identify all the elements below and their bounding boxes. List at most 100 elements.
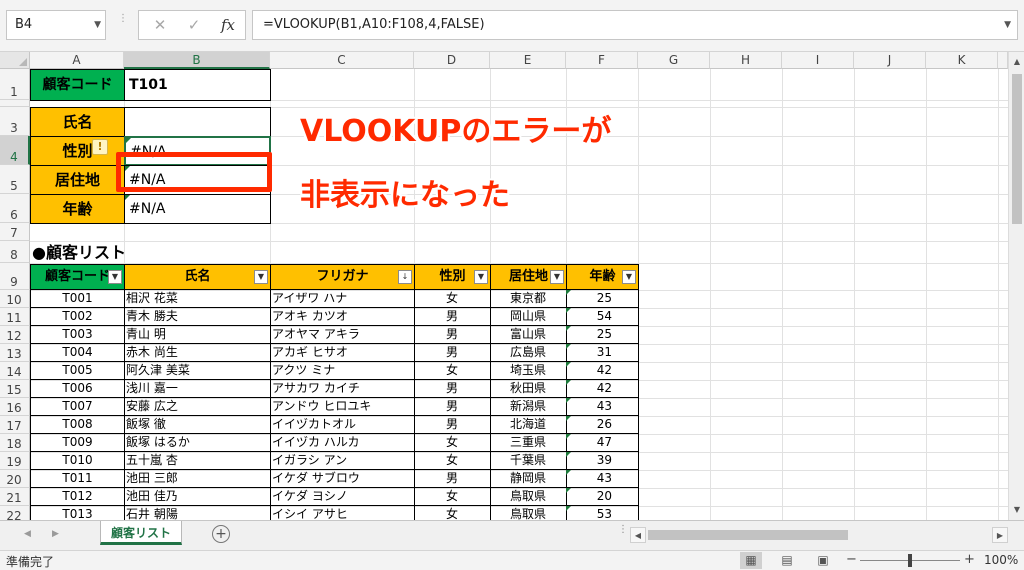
customer-name-cell[interactable]: 飯塚 徹 bbox=[124, 416, 271, 434]
row-header-4[interactable]: 4 bbox=[0, 136, 30, 165]
customer-furigana-cell[interactable]: イケダ サブロウ bbox=[270, 470, 415, 488]
customer-code-cell[interactable]: T004 bbox=[30, 344, 125, 362]
table-header-age[interactable]: 年齢 ▼ bbox=[566, 264, 639, 290]
page-layout-view-icon[interactable]: ▤ bbox=[776, 552, 798, 569]
customer-code-cell[interactable]: T003 bbox=[30, 326, 125, 344]
vertical-scrollbar[interactable]: ▲ ▼ bbox=[1008, 52, 1024, 520]
row-header-12[interactable]: 12 bbox=[0, 326, 30, 344]
customer-code-cell[interactable]: T007 bbox=[30, 398, 125, 416]
customer-address-cell[interactable]: 北海道 bbox=[490, 416, 567, 434]
age-value[interactable]: #N/A bbox=[124, 194, 271, 224]
customer-code-cell[interactable]: T008 bbox=[30, 416, 125, 434]
scroll-left-icon[interactable]: ◀ bbox=[630, 527, 646, 543]
customer-age-cell[interactable]: 43 bbox=[566, 398, 639, 416]
zoom-in-icon[interactable]: + bbox=[964, 552, 975, 567]
row-header-9[interactable]: 9 bbox=[0, 263, 30, 290]
row-header-2[interactable] bbox=[0, 100, 30, 107]
customer-gender-cell[interactable]: 男 bbox=[414, 344, 491, 362]
customer-code-cell[interactable]: T011 bbox=[30, 470, 125, 488]
table-header-gender[interactable]: 性別 ▼ bbox=[414, 264, 491, 290]
customer-age-cell[interactable]: 53 bbox=[566, 506, 639, 520]
row-header-6[interactable]: 6 bbox=[0, 194, 30, 223]
row-header-3[interactable]: 3 bbox=[0, 107, 30, 136]
customer-age-cell[interactable]: 20 bbox=[566, 488, 639, 506]
customer-gender-cell[interactable]: 女 bbox=[414, 434, 491, 452]
customer-age-cell[interactable]: 54 bbox=[566, 308, 639, 326]
customer-code-cell[interactable]: T010 bbox=[30, 452, 125, 470]
customer-address-cell[interactable]: 新潟県 bbox=[490, 398, 567, 416]
zoom-level[interactable]: 100% bbox=[984, 553, 1018, 567]
zoom-slider-knob[interactable] bbox=[908, 554, 912, 567]
customer-name-cell[interactable]: 阿久津 美菜 bbox=[124, 362, 271, 380]
prev-sheet-icon[interactable]: ◀ bbox=[24, 529, 31, 539]
row-header-17[interactable]: 17 bbox=[0, 416, 30, 434]
table-header-name[interactable]: 氏名 ▼ bbox=[124, 264, 271, 290]
customer-address-cell[interactable]: 鳥取県 bbox=[490, 506, 567, 520]
table-header-code[interactable]: 顧客コード ▼ bbox=[30, 264, 125, 290]
customer-furigana-cell[interactable]: アカギ ヒサオ bbox=[270, 344, 415, 362]
customer-furigana-cell[interactable]: アサカワ カイチ bbox=[270, 380, 415, 398]
customer-address-cell[interactable]: 富山県 bbox=[490, 326, 567, 344]
customer-name-cell[interactable]: 青木 勝夫 bbox=[124, 308, 271, 326]
filter-dropdown-icon[interactable]: ▼ bbox=[550, 270, 564, 284]
customer-furigana-cell[interactable]: イイヅカトオル bbox=[270, 416, 415, 434]
row-header-11[interactable]: 11 bbox=[0, 308, 30, 326]
customer-code-cell[interactable]: T013 bbox=[30, 506, 125, 520]
customer-code-cell[interactable]: T012 bbox=[30, 488, 125, 506]
customer-furigana-cell[interactable]: イシイ アサヒ bbox=[270, 506, 415, 520]
customer-gender-cell[interactable]: 女 bbox=[414, 488, 491, 506]
row-header-15[interactable]: 15 bbox=[0, 380, 30, 398]
customer-age-cell[interactable]: 43 bbox=[566, 470, 639, 488]
customer-furigana-cell[interactable]: アクツ ミナ bbox=[270, 362, 415, 380]
customer-gender-cell[interactable]: 男 bbox=[414, 380, 491, 398]
customer-address-cell[interactable]: 岡山県 bbox=[490, 308, 567, 326]
customer-furigana-cell[interactable]: アオキ カツオ bbox=[270, 308, 415, 326]
column-header-d[interactable]: D bbox=[414, 52, 490, 69]
zoom-out-icon[interactable]: − bbox=[846, 552, 857, 567]
row-header-14[interactable]: 14 bbox=[0, 362, 30, 380]
customer-gender-cell[interactable]: 男 bbox=[414, 470, 491, 488]
customer-age-cell[interactable]: 31 bbox=[566, 344, 639, 362]
row-header-19[interactable]: 19 bbox=[0, 452, 30, 470]
customer-age-cell[interactable]: 42 bbox=[566, 380, 639, 398]
customer-gender-cell[interactable]: 女 bbox=[414, 506, 491, 520]
row-header-8[interactable]: 8 bbox=[0, 241, 30, 263]
column-header-a[interactable]: A bbox=[30, 52, 124, 69]
customer-code-cell[interactable]: T009 bbox=[30, 434, 125, 452]
scroll-down-icon[interactable]: ▼ bbox=[1009, 502, 1024, 518]
customer-address-cell[interactable]: 千葉県 bbox=[490, 452, 567, 470]
table-header-address[interactable]: 居住地 ▼ bbox=[490, 264, 567, 290]
customer-furigana-cell[interactable]: イケダ ヨシノ bbox=[270, 488, 415, 506]
customer-address-cell[interactable]: 鳥取県 bbox=[490, 488, 567, 506]
column-header-e[interactable]: E bbox=[490, 52, 566, 69]
customer-name-cell[interactable]: 赤木 尚生 bbox=[124, 344, 271, 362]
customer-name-cell[interactable]: 青山 明 bbox=[124, 326, 271, 344]
tab-split-handle-icon[interactable]: ⋮ bbox=[618, 525, 628, 535]
insert-function-icon[interactable]: fx bbox=[213, 11, 243, 39]
row-header-18[interactable]: 18 bbox=[0, 434, 30, 452]
column-header-c[interactable]: C bbox=[270, 52, 414, 69]
customer-furigana-cell[interactable]: アイザワ ハナ bbox=[270, 290, 415, 308]
customer-gender-cell[interactable]: 女 bbox=[414, 452, 491, 470]
customer-name-cell[interactable]: 相沢 花菜 bbox=[124, 290, 271, 308]
customer-name-cell[interactable]: 池田 三郎 bbox=[124, 470, 271, 488]
customer-furigana-cell[interactable]: イガラシ アン bbox=[270, 452, 415, 470]
page-break-view-icon[interactable]: ▣ bbox=[812, 552, 834, 569]
customer-gender-cell[interactable]: 男 bbox=[414, 308, 491, 326]
column-header-k[interactable]: K bbox=[926, 52, 998, 69]
scroll-up-icon[interactable]: ▲ bbox=[1009, 54, 1024, 70]
horizontal-scrollbar[interactable]: ◀ ▶ bbox=[630, 527, 1008, 543]
row-header-7[interactable]: 7 bbox=[0, 223, 30, 241]
customer-name-cell[interactable]: 石井 朝陽 bbox=[124, 506, 271, 520]
customer-gender-cell[interactable]: 女 bbox=[414, 362, 491, 380]
name-box[interactable]: B4 ▼ bbox=[6, 10, 106, 40]
filter-dropdown-icon[interactable]: ▼ bbox=[254, 270, 268, 284]
column-header-partial[interactable] bbox=[998, 52, 1008, 69]
error-warning-icon[interactable]: ! bbox=[92, 139, 108, 155]
customer-gender-cell[interactable]: 男 bbox=[414, 398, 491, 416]
customer-name-cell[interactable]: 浅川 嘉一 bbox=[124, 380, 271, 398]
customer-age-cell[interactable]: 26 bbox=[566, 416, 639, 434]
column-header-i[interactable]: I bbox=[782, 52, 854, 69]
worksheet-grid[interactable]: A B C D E F G H I J K 1 3 4 5 6 7 8 9 10… bbox=[0, 52, 1008, 520]
customer-address-cell[interactable]: 三重県 bbox=[490, 434, 567, 452]
